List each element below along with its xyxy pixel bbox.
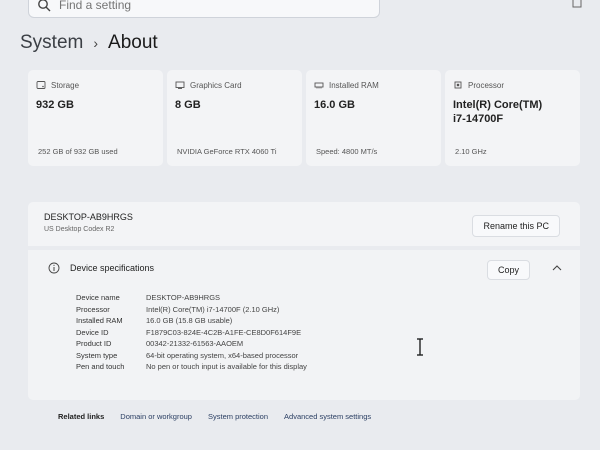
specs-header[interactable]: Device specifications	[48, 262, 154, 274]
spec-row: Processor Intel(R) Core(TM) i7-14700F (2…	[76, 304, 307, 316]
spec-value: 16.0 GB (15.8 GB usable)	[146, 316, 233, 326]
spec-label: Device ID	[76, 327, 109, 337]
card-value: Intel(R) Core(TM) i7-14700F	[453, 99, 543, 125]
spec-label: Installed RAM	[76, 316, 123, 326]
spec-label: System type	[76, 350, 118, 360]
spec-row: Device name DESKTOP-AB9HRGS	[76, 292, 307, 304]
spec-row: System type 64-bit operating system, x64…	[76, 350, 307, 362]
spec-value: 00342-21332-61563-AAOEM	[146, 339, 244, 349]
card-value: 16.0 GB	[314, 99, 355, 111]
specs-title: Device specifications	[70, 263, 155, 273]
card-subtext: 2.10 GHz	[455, 147, 487, 156]
spec-row: Device ID F1879C03-824E-4C2B-A1FE-CE8D0F…	[76, 327, 307, 339]
chevron-up-icon[interactable]	[552, 264, 562, 272]
card-value: 8 GB	[175, 99, 201, 111]
domain-workgroup-link[interactable]: Domain or workgroup	[120, 412, 192, 421]
copy-button[interactable]: Copy	[486, 260, 530, 280]
card-title: Installed RAM	[329, 80, 379, 90]
search-input[interactable]	[59, 0, 359, 12]
device-name-section: DESKTOP-AB9HRGS US Desktop Codex R2 Rena…	[28, 202, 580, 246]
specs-table: Device name DESKTOP-AB9HRGS Processor In…	[76, 292, 307, 373]
spec-value: Intel(R) Core(TM) i7-14700F (2.10 GHz)	[146, 304, 280, 314]
spec-row: Product ID 00342-21332-61563-AAOEM	[76, 338, 307, 350]
rename-pc-button[interactable]: Rename this PC	[472, 215, 560, 237]
spec-value: F1879C03-824E-4C2B-A1FE-CE8D0F614F9E	[146, 327, 302, 337]
card-title: Graphics Card	[190, 80, 242, 90]
storage-icon	[36, 81, 46, 89]
processor-card[interactable]: Processor Intel(R) Core(TM) i7-14700F 2.…	[445, 70, 580, 166]
device-specifications-section: Device specifications Copy Device name D…	[28, 250, 580, 400]
spec-value: DESKTOP-AB9HRGS	[146, 293, 221, 303]
card-title: Storage	[51, 80, 80, 90]
card-subtext: Speed: 4800 MT/s	[316, 147, 378, 156]
window-control-icon[interactable]	[572, 0, 582, 8]
graphics-card-card[interactable]: Graphics Card 8 GB NVIDIA GeForce RTX 40…	[167, 70, 302, 166]
ram-card[interactable]: Installed RAM 16.0 GB Speed: 4800 MT/s	[306, 70, 441, 166]
device-model: US Desktop Codex R2	[44, 226, 115, 233]
spec-label: Processor	[76, 304, 110, 314]
spec-label: Product ID	[76, 339, 112, 349]
spec-label: Device name	[76, 293, 120, 303]
related-links: Related links Domain or workgroup System…	[58, 412, 371, 421]
spec-row: Installed RAM 16.0 GB (15.8 GB usable)	[76, 315, 307, 327]
search-box[interactable]	[28, 0, 380, 18]
text-cursor-icon	[417, 338, 423, 356]
ram-icon	[314, 82, 324, 89]
device-name: DESKTOP-AB9HRGS	[44, 212, 133, 222]
page-title: About	[108, 32, 158, 53]
graphics-card-icon	[175, 81, 185, 89]
chevron-right-icon: ›	[93, 35, 99, 51]
card-value: 932 GB	[36, 99, 74, 111]
info-icon	[48, 262, 60, 274]
spec-row: Pen and touch No pen or touch input is a…	[76, 361, 307, 373]
spec-value: No pen or touch input is available for t…	[146, 362, 307, 372]
system-protection-link[interactable]: System protection	[208, 412, 268, 421]
card-subtext: 252 GB of 932 GB used	[38, 147, 118, 156]
advanced-system-settings-link[interactable]: Advanced system settings	[284, 412, 371, 421]
spec-cards: Storage 932 GB 252 GB of 932 GB used Gra…	[28, 70, 580, 166]
card-subtext: NVIDIA GeForce RTX 4060 Ti	[177, 147, 277, 156]
breadcrumb: System › About	[20, 32, 158, 54]
related-links-label: Related links	[58, 412, 105, 421]
spec-label: Pen and touch	[76, 362, 125, 372]
card-title: Processor	[468, 80, 505, 90]
storage-card[interactable]: Storage 932 GB 252 GB of 932 GB used	[28, 70, 163, 166]
spec-value: 64-bit operating system, x64-based proce…	[146, 350, 299, 360]
search-icon	[38, 0, 51, 12]
processor-icon	[454, 81, 462, 89]
breadcrumb-system[interactable]: System	[20, 32, 83, 54]
